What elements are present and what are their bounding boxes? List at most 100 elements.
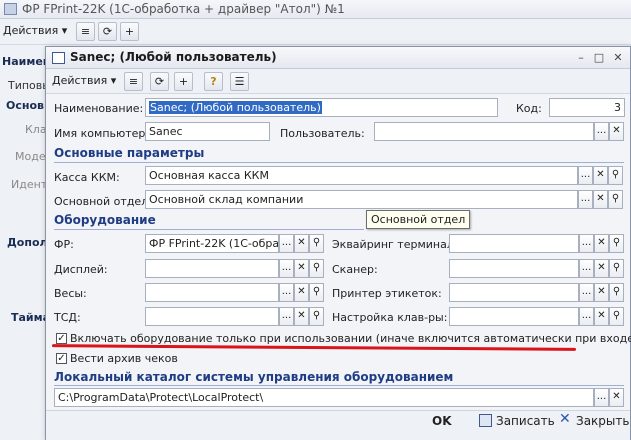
display-search-icon[interactable]: ⚲ <box>309 259 324 278</box>
keyboard-clear-button[interactable]: ✕ <box>594 307 609 326</box>
bg-label-main: Основ <box>6 99 44 112</box>
computer-field[interactable]: Sanec <box>145 122 270 141</box>
label-printer-select-button[interactable]: ... <box>579 283 594 302</box>
maximize-button[interactable]: □ <box>592 51 606 64</box>
tsd-clear-button[interactable]: ✕ <box>294 307 309 326</box>
fr-label: ФР: <box>54 238 74 251</box>
app-icon <box>4 3 17 15</box>
dept-clear-button[interactable]: ✕ <box>593 190 608 209</box>
dialog-title: Sanec; (Любой пользователь) <box>46 47 630 69</box>
list-icon[interactable]: ≡ <box>124 72 143 91</box>
acquiring-search-icon[interactable]: ⚲ <box>609 234 624 253</box>
equipment-heading: Оборудование <box>54 213 156 227</box>
local-catalog-heading: Локальный каталог системы управления обо… <box>54 370 454 384</box>
close-button[interactable]: Закрыть <box>576 414 629 428</box>
only-when-used-checkbox[interactable]: ✓ <box>56 333 67 344</box>
tsd-select-button[interactable]: ... <box>279 307 294 326</box>
ok-button[interactable]: OK <box>432 414 452 428</box>
refresh-icon[interactable]: ⟳ <box>150 72 169 91</box>
user-label: Пользователь: <box>280 127 365 140</box>
add-icon[interactable]: + <box>174 72 193 91</box>
close-icon: ✕ <box>559 411 571 427</box>
code-field[interactable]: 3 <box>549 98 625 117</box>
archive-checkbox[interactable]: ✓ <box>56 353 67 364</box>
kkm-search-icon[interactable]: ⚲ <box>608 166 623 185</box>
kkm-label: Касса ККМ: <box>54 171 120 184</box>
name-field[interactable]: Sanec; (Любой пользователь) <box>145 98 498 117</box>
save-button[interactable]: Записать <box>496 414 555 428</box>
fr-field[interactable]: ФР FPrint-22K (1С-обрабо <box>145 234 279 253</box>
dept-label: Основной отдел: <box>54 195 152 208</box>
fr-search-icon[interactable]: ⚲ <box>309 234 324 253</box>
local-catalog-clear-button[interactable]: ✕ <box>609 388 624 407</box>
bg-label-model: Моде <box>15 150 46 163</box>
tsd-search-icon[interactable]: ⚲ <box>309 307 324 326</box>
equipment-divider <box>54 229 364 230</box>
display-field[interactable] <box>145 259 279 278</box>
bg-label-extra: Допол <box>7 236 48 249</box>
dept-field[interactable]: Основной склад компании <box>145 190 578 209</box>
keyboard-label: Настройка клав-ры: <box>332 311 448 324</box>
equipment-settings-dialog: Sanec; (Любой пользователь) – □ ✕ Действ… <box>45 46 631 440</box>
local-catalog-field[interactable]: C:\ProgramData\Protect\LocalProtect\ <box>54 388 594 407</box>
scanner-search-icon[interactable]: ⚲ <box>609 259 624 278</box>
scales-label: Весы: <box>54 287 87 300</box>
local-catalog-select-button[interactable]: ... <box>594 388 609 407</box>
scales-clear-button[interactable]: ✕ <box>294 283 309 302</box>
keyboard-search-icon[interactable]: ⚲ <box>609 307 624 326</box>
close-window-button[interactable]: ✕ <box>611 51 625 64</box>
dialog-actions-menu[interactable]: Действия ▾ <box>52 74 116 87</box>
display-clear-button[interactable]: ✕ <box>294 259 309 278</box>
scales-select-button[interactable]: ... <box>279 283 294 302</box>
scanner-label: Сканер: <box>332 263 378 276</box>
kkm-select-button[interactable]: ... <box>578 166 593 185</box>
bg-label-class: Кла <box>25 123 47 136</box>
keyboard-field[interactable] <box>449 307 579 326</box>
user-select-button[interactable]: ... <box>594 122 609 141</box>
kkm-clear-button[interactable]: ✕ <box>593 166 608 185</box>
computer-label: Имя компьютера: <box>54 127 156 140</box>
fr-clear-button[interactable]: ✕ <box>294 234 309 253</box>
scanner-select-button[interactable]: ... <box>579 259 594 278</box>
main-params-divider <box>54 162 624 163</box>
user-field[interactable] <box>374 122 594 141</box>
bg-list-icon[interactable]: ≡ <box>76 22 95 41</box>
local-catalog-divider <box>54 385 624 386</box>
dept-select-button[interactable]: ... <box>578 190 593 209</box>
bg-refresh-icon[interactable]: ⟳ <box>98 22 117 41</box>
scanner-field[interactable] <box>449 259 579 278</box>
acquiring-field[interactable] <box>449 234 579 253</box>
minimize-button[interactable]: – <box>574 51 588 64</box>
scales-search-icon[interactable]: ⚲ <box>309 283 324 302</box>
user-clear-button[interactable]: ✕ <box>609 122 624 141</box>
dept-tooltip: Основной отдел <box>366 210 471 229</box>
only-when-used-label: Включать оборудование только при использ… <box>70 332 631 345</box>
acquiring-label: Эквайринг терминал: <box>332 238 458 251</box>
label-printer-search-icon[interactable]: ⚲ <box>609 283 624 302</box>
archive-label: Вести архив чеков <box>70 352 178 365</box>
tsd-label: ТСД: <box>54 311 81 324</box>
acquiring-select-button[interactable]: ... <box>579 234 594 253</box>
dept-search-icon[interactable]: ⚲ <box>608 190 623 209</box>
bg-add-icon[interactable]: + <box>120 22 139 41</box>
scales-field[interactable] <box>145 283 279 302</box>
label-printer-field[interactable] <box>449 283 579 302</box>
background-actions-menu[interactable]: Действия ▾ <box>3 24 67 37</box>
code-label: Код: <box>516 102 542 115</box>
keyboard-select-button[interactable]: ... <box>579 307 594 326</box>
label-printer-label: Принтер этикеток: <box>332 287 442 300</box>
red-underline-annotation <box>51 344 577 351</box>
dialog-icon <box>52 52 65 64</box>
name-label: Наименование: <box>54 102 144 115</box>
help-icon[interactable]: ? <box>204 72 223 91</box>
bg-label-name: Наимен <box>2 55 51 68</box>
settings-icon[interactable]: ☰ <box>230 72 249 91</box>
kkm-field[interactable]: Основная касса ККМ <box>145 166 578 185</box>
acquiring-clear-button[interactable]: ✕ <box>594 234 609 253</box>
fr-select-button[interactable]: ... <box>279 234 294 253</box>
display-select-button[interactable]: ... <box>279 259 294 278</box>
scanner-clear-button[interactable]: ✕ <box>594 259 609 278</box>
label-printer-clear-button[interactable]: ✕ <box>594 283 609 302</box>
save-icon <box>479 414 492 427</box>
tsd-field[interactable] <box>145 307 279 326</box>
